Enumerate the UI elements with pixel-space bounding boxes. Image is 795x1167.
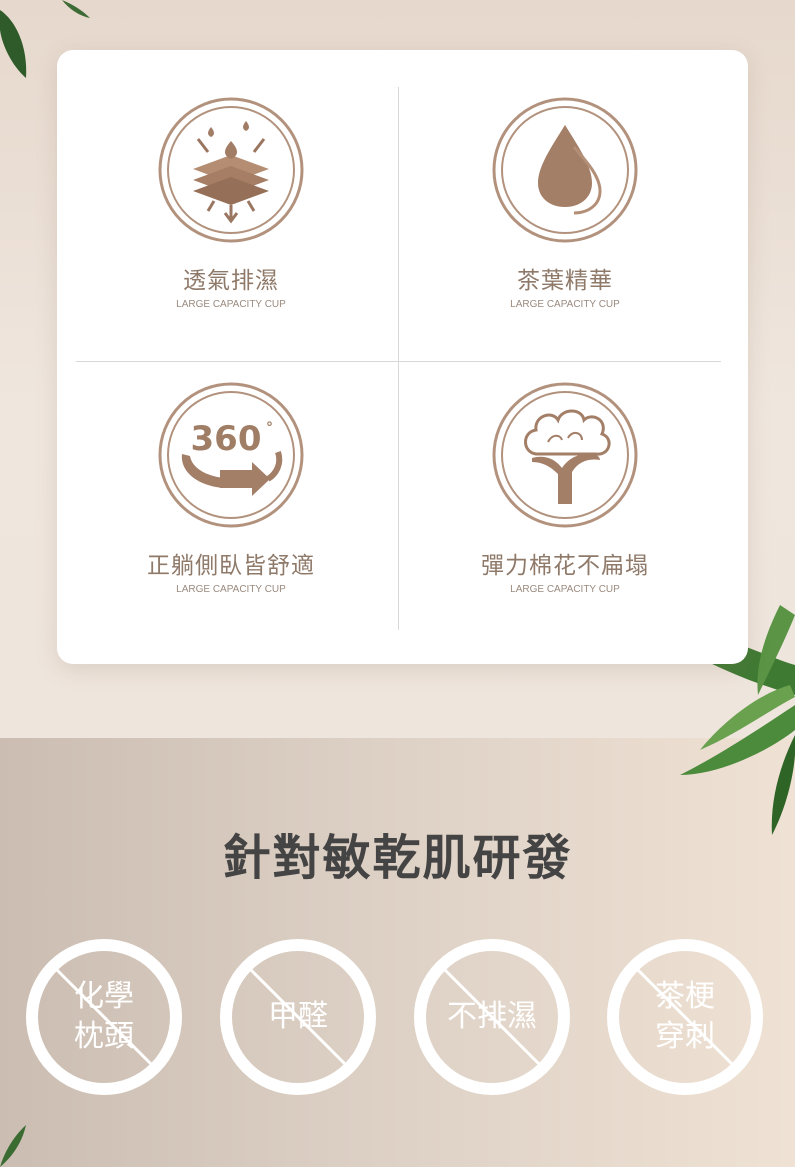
rotate-360-icon: 360 ° [158, 382, 304, 528]
feature-elastic-cotton: 彈力棉花不扁塌 LARGE CAPACITY CUP [415, 382, 715, 595]
icon-360-text: 360 [191, 419, 262, 459]
section-title: 針對敏乾肌研發 [222, 830, 573, 886]
prohibition-formaldehyde: 甲醛 [218, 937, 378, 1097]
feature-title: 透氣排濕 [183, 268, 279, 294]
prohibition-text: 甲醛 [268, 999, 328, 1034]
cotton-flower-icon [492, 382, 638, 528]
feature-title: 正躺側臥皆舒適 [147, 553, 315, 579]
feature-title: 茶葉精華 [517, 268, 613, 294]
prohibition-text: 茶梗穿刺 [655, 979, 715, 1054]
leaf-bottom-left-icon [0, 1125, 26, 1167]
vertical-divider [398, 87, 399, 630]
feature-breathable: 透氣排濕 LARGE CAPACITY CUP [81, 97, 381, 310]
feature-subtitle: LARGE CAPACITY CUP [176, 299, 286, 310]
feature-subtitle: LARGE CAPACITY CUP [176, 584, 286, 595]
icon-degree-text: ° [266, 420, 273, 436]
prohibition-text: 不排濕 [447, 999, 537, 1034]
prohibition-no-moisture-wicking: 不排濕 [412, 937, 572, 1097]
prohibition-text: 化學枕頭 [74, 979, 134, 1054]
feature-tea-essence: 茶葉精華 LARGE CAPACITY CUP [415, 97, 715, 310]
water-drop-icon [492, 97, 638, 243]
feature-subtitle: LARGE CAPACITY CUP [510, 299, 620, 310]
prohibition-tea-stem-puncture: 茶梗穿刺 [605, 937, 765, 1097]
feature-360-comfort: 360 ° 正躺側臥皆舒適 LARGE CAPACITY CUP [81, 382, 381, 595]
feature-title: 彈力棉花不扁塌 [481, 553, 649, 579]
prohibition-chemical-pillow: 化學枕頭 [24, 937, 184, 1097]
feature-subtitle: LARGE CAPACITY CUP [510, 584, 620, 595]
features-card: 透氣排濕 LARGE CAPACITY CUP 茶葉精華 LARGE CAPAC… [57, 50, 748, 664]
horizontal-divider [76, 361, 721, 362]
breathable-layers-icon [158, 97, 304, 243]
